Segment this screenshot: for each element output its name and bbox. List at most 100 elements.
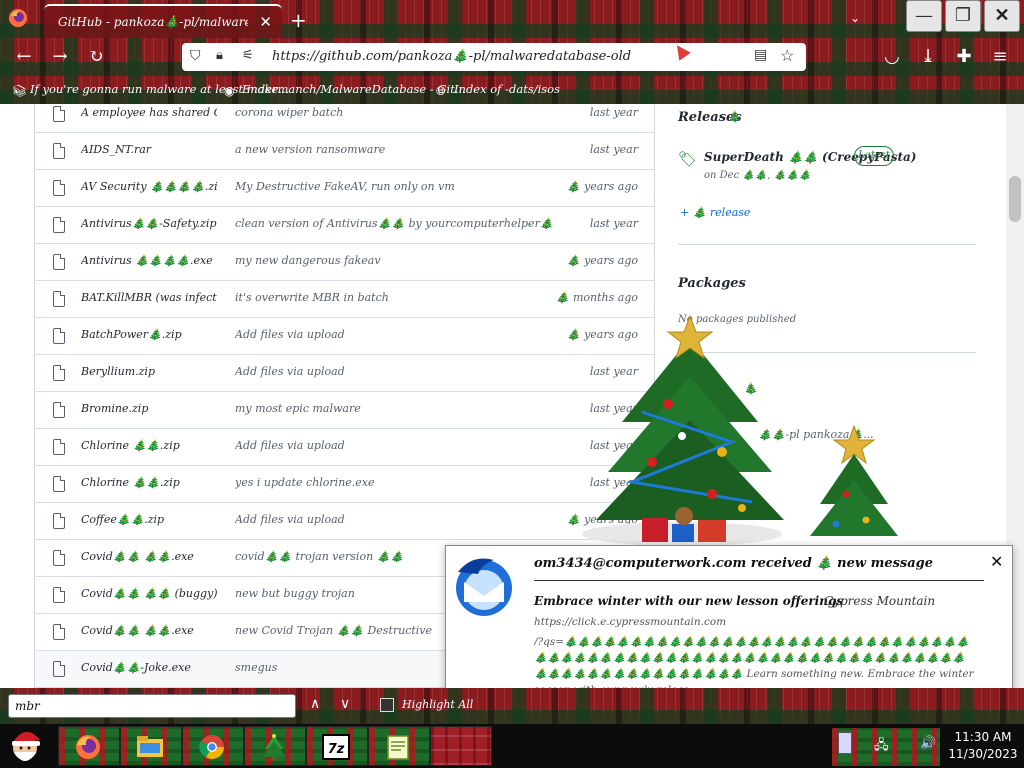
back-button[interactable]: ← bbox=[12, 46, 36, 67]
file-row[interactable]: Coffee🎄🎄.zipAdd files via upload🎄 years … bbox=[35, 503, 654, 540]
file-name-link[interactable]: AV Security 🎄🎄🎄🎄.zip bbox=[81, 180, 217, 193]
file-icon bbox=[53, 402, 65, 418]
file-name-link[interactable]: Covid🎄🎄 🎄🎄 (buggy).exe bbox=[81, 587, 217, 600]
commit-message-link[interactable]: my most epic malware bbox=[235, 402, 555, 415]
file-row[interactable]: Chlorine 🎄🎄.zip yes i update chlorine.exe… bbox=[35, 466, 654, 503]
find-next-button[interactable]: ∨ bbox=[340, 696, 350, 712]
url-bar[interactable]: ⛉ 🔒︎ ⚟ https://github.com/pankoza🎄-pl/ma… bbox=[182, 43, 806, 71]
menu-icon[interactable]: ≡ bbox=[988, 46, 1012, 67]
language-flag-icon[interactable] bbox=[838, 732, 852, 754]
taskbar-notepad-plus[interactable] bbox=[368, 726, 430, 766]
bookmark-star-icon[interactable]: ☆ bbox=[780, 46, 794, 65]
clock-date[interactable]: 11/30/2023 bbox=[948, 747, 1018, 761]
file-name-link[interactable]: Chlorine 🎄🎄.zip bbox=[81, 439, 217, 452]
file-icon bbox=[53, 587, 65, 603]
commit-date: 🎄 months ago bbox=[555, 291, 638, 304]
browser-title-bar: GitHub - pankoza🎄-pl/malwaredatabase-old… bbox=[0, 0, 1024, 38]
clock-time[interactable]: 11:30 AM bbox=[948, 730, 1018, 744]
firefox-logo-icon[interactable] bbox=[8, 8, 28, 28]
file-name-link[interactable]: Chlorine 🎄🎄.zip bbox=[81, 476, 217, 489]
file-icon bbox=[53, 513, 65, 529]
notification-close-icon[interactable]: ✕ bbox=[990, 552, 1003, 571]
tab-list-chevron-icon[interactable]: ⌄ bbox=[850, 11, 860, 25]
find-previous-button[interactable]: ∧ bbox=[310, 696, 320, 712]
start-button-santa-icon[interactable] bbox=[4, 726, 46, 766]
chrome-icon bbox=[199, 735, 224, 760]
taskbar-empty-slot[interactable] bbox=[430, 726, 492, 766]
tab-close-icon[interactable]: ✕ bbox=[259, 13, 272, 31]
highlight-all-checkbox[interactable] bbox=[380, 698, 394, 712]
commit-message-link[interactable]: Add files via upload bbox=[235, 513, 555, 526]
tracking-shield-icon[interactable]: ⛉ bbox=[190, 48, 201, 64]
url-text[interactable]: https://github.com/pankoza🎄-pl/malwareda… bbox=[272, 49, 631, 64]
taskbar-7zip[interactable]: 7z bbox=[306, 726, 368, 766]
new-tab-button[interactable]: + bbox=[290, 8, 307, 32]
file-row[interactable]: BatchPower🎄.zip Add files via upload 🎄 yea… bbox=[35, 318, 654, 355]
forward-button[interactable]: → bbox=[48, 46, 72, 67]
file-icon bbox=[53, 550, 65, 566]
commit-date: 🎄 years ago bbox=[566, 254, 638, 267]
commit-message-link[interactable]: my new dangerous fakeav bbox=[235, 254, 555, 267]
christmas-tree-icon bbox=[582, 314, 784, 546]
taskbar-file-explorer[interactable] bbox=[120, 726, 182, 766]
commit-message-link[interactable]: Add files via upload bbox=[235, 328, 555, 341]
file-name-link[interactable]: Antivirus 🎄🎄🎄🎄.exe bbox=[81, 254, 217, 267]
window-maximize-button[interactable]: ❐ bbox=[945, 0, 981, 32]
scrollbar-thumb[interactable] bbox=[1009, 176, 1021, 222]
notification-divider bbox=[534, 580, 984, 581]
file-row[interactable]: AIDS_NT.rar a new version ransomware last … bbox=[35, 133, 654, 170]
commit-message-link[interactable]: yes i update chlorine.exe bbox=[235, 476, 555, 489]
file-icon bbox=[53, 254, 65, 270]
packages-heading[interactable]: Packages bbox=[678, 276, 746, 291]
file-name-link[interactable]: BAT.KillMBR (was infect... bbox=[81, 291, 217, 304]
lock-icon[interactable]: 🔒︎ bbox=[216, 48, 223, 63]
reload-button[interactable]: ↻ bbox=[84, 46, 108, 67]
file-row[interactable]: Chlorine 🎄🎄.zip Add files via upload last … bbox=[35, 429, 654, 466]
file-name-link[interactable]: Bromine.zip bbox=[81, 402, 217, 415]
file-name-link[interactable]: Covid🎄🎄-Joke.exe bbox=[81, 661, 217, 674]
file-row[interactable]: AV Security 🎄🎄🎄🎄.zip My Destructive FakeA… bbox=[35, 170, 654, 207]
file-row[interactable]: Beryllium.zip Add files via upload last ye… bbox=[35, 355, 654, 392]
extensions-icon[interactable]: ✚ bbox=[952, 46, 976, 67]
find-input[interactable] bbox=[8, 694, 296, 718]
file-name-link[interactable]: AIDS_NT.rar bbox=[81, 143, 217, 156]
svg-text:7z: 7z bbox=[328, 742, 345, 757]
christmas-tree-icon bbox=[262, 734, 286, 761]
file-row[interactable]: Antivirus 🎄🎄🎄🎄.exe my new dangerous fakea… bbox=[35, 244, 654, 281]
file-explorer-icon bbox=[137, 736, 163, 757]
commit-message-link[interactable]: Add files via upload bbox=[235, 365, 555, 378]
network-icon[interactable]: 🖧 bbox=[874, 736, 889, 758]
commit-message-link[interactable]: clean version of Antivirus🎄🎄 by yourcomp… bbox=[235, 217, 555, 230]
file-name-link[interactable]: Coffee🎄🎄.zip bbox=[81, 513, 217, 526]
taskbar-christmas-app[interactable] bbox=[244, 726, 306, 766]
commit-message-link[interactable]: a new version ransomware bbox=[235, 143, 555, 156]
file-row[interactable]: Bromine.zip my most epic malware last year bbox=[35, 392, 654, 429]
volume-icon[interactable]: 🔊 bbox=[920, 736, 936, 751]
permissions-icon[interactable]: ⚟ bbox=[242, 48, 254, 63]
7zip-icon: 7z bbox=[322, 734, 350, 760]
pocket-icon[interactable]: ◡ bbox=[880, 46, 904, 67]
commit-message-link[interactable]: it's overwrite MBR in batch bbox=[235, 291, 555, 304]
file-name-link[interactable]: Antivirus🎄🎄-Safety.zip bbox=[81, 217, 217, 230]
taskbar-firefox[interactable] bbox=[58, 726, 120, 766]
more-releases-link[interactable]: + 🎄 release bbox=[680, 206, 750, 219]
commit-date: last year bbox=[589, 106, 638, 119]
file-name-link[interactable]: Beryllium.zip bbox=[81, 365, 217, 378]
commit-message-link[interactable]: corona wiper batch bbox=[235, 106, 555, 119]
file-row[interactable]: Antivirus🎄🎄-Safety.zip clean version of A… bbox=[35, 207, 654, 244]
commit-message-link[interactable]: My Destructive FakeAV, run only on vm bbox=[235, 180, 555, 193]
commit-message-link[interactable]: Add files via upload bbox=[235, 439, 555, 452]
file-name-link[interactable]: A employee has shared Covid-🎄🎄 bbox=[81, 106, 217, 119]
window-close-button[interactable]: ✕ bbox=[984, 0, 1020, 32]
window-minimize-button[interactable]: — bbox=[906, 0, 942, 32]
file-name-link[interactable]: Covid🎄🎄 🎄🎄.exe bbox=[81, 624, 217, 637]
browser-tab-active[interactable]: GitHub - pankoza🎄-pl/malwaredatabase-old… bbox=[44, 4, 282, 38]
file-name-link[interactable]: Covid🎄🎄 🎄🎄.exe bbox=[81, 550, 217, 563]
file-row[interactable]: A employee has shared Covid-🎄🎄 corona wip… bbox=[35, 96, 654, 133]
file-icon bbox=[53, 291, 65, 307]
reader-view-icon[interactable]: ▤ bbox=[754, 47, 767, 63]
file-name-link[interactable]: BatchPower🎄.zip bbox=[81, 328, 217, 341]
downloads-icon[interactable]: ⤓ bbox=[916, 46, 940, 67]
file-row[interactable]: BAT.KillMBR (was infect... it's overwrite… bbox=[35, 281, 654, 318]
taskbar-chrome[interactable] bbox=[182, 726, 244, 766]
